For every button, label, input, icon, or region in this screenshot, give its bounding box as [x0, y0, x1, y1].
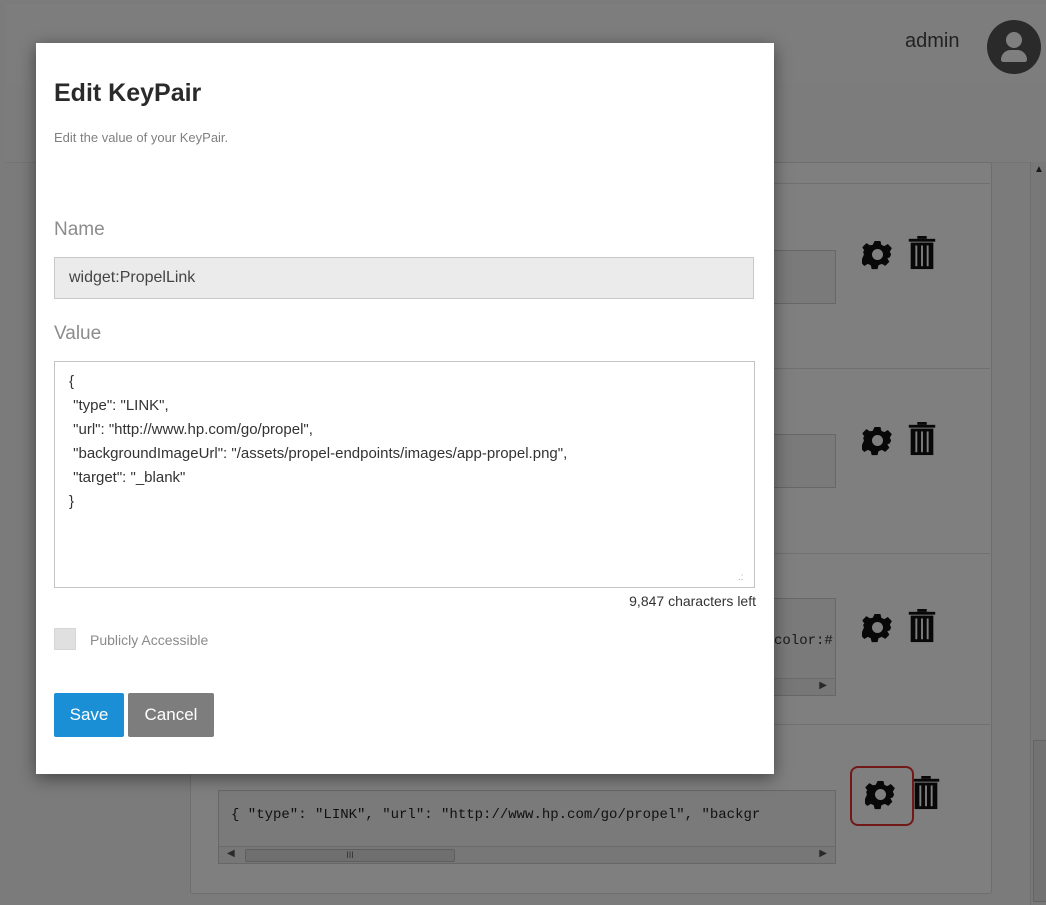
value-textarea[interactable]: { "type": "LINK", "url": "http://www.hp.…	[54, 361, 755, 588]
edit-keypair-dialog: Edit KeyPair Edit the value of your KeyP…	[36, 43, 774, 774]
name-label: Name	[54, 219, 105, 240]
dialog-title: Edit KeyPair	[54, 79, 202, 107]
value-label: Value	[54, 323, 102, 344]
resize-handle-icon[interactable]: .:	[738, 572, 744, 583]
publicly-accessible-label[interactable]: Publicly Accessible	[90, 632, 208, 648]
cancel-button[interactable]: Cancel	[128, 693, 214, 737]
dialog-subtitle: Edit the value of your KeyPair.	[54, 130, 229, 145]
characters-left-counter: 9,847 characters left	[629, 593, 756, 609]
save-button[interactable]: Save	[54, 693, 124, 737]
publicly-accessible-checkbox[interactable]	[54, 628, 76, 650]
name-input[interactable]	[54, 257, 754, 299]
